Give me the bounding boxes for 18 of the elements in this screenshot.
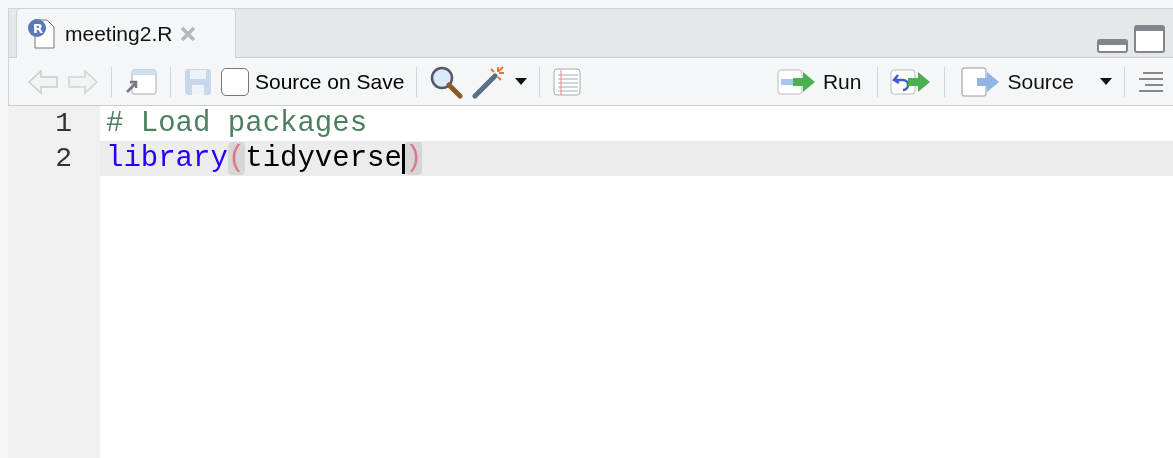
run-button[interactable]: Run	[772, 68, 866, 95]
minimize-icon[interactable]	[1097, 39, 1128, 53]
notebook-icon[interactable]	[552, 66, 583, 97]
line-number: 2	[54, 142, 73, 176]
tab-title: meeting2.R	[65, 21, 173, 46]
dropdown-caret-icon[interactable]	[1100, 77, 1112, 86]
line-number: 1	[54, 107, 73, 141]
editor-tab[interactable]: R meeting2.R	[16, 8, 236, 58]
dropdown-caret-icon[interactable]	[515, 77, 528, 86]
run-arrow-icon	[776, 68, 817, 95]
text-cursor	[401, 143, 405, 174]
code-line: # Load packages	[105, 106, 369, 141]
outline-icon[interactable]	[1137, 70, 1165, 93]
maximize-icon[interactable]	[1134, 25, 1165, 53]
search-icon[interactable]	[429, 64, 464, 99]
source-on-save-checkbox[interactable]: Source on Save	[221, 67, 405, 96]
source-button[interactable]: Source	[957, 66, 1078, 97]
window-icon[interactable]	[124, 66, 158, 97]
